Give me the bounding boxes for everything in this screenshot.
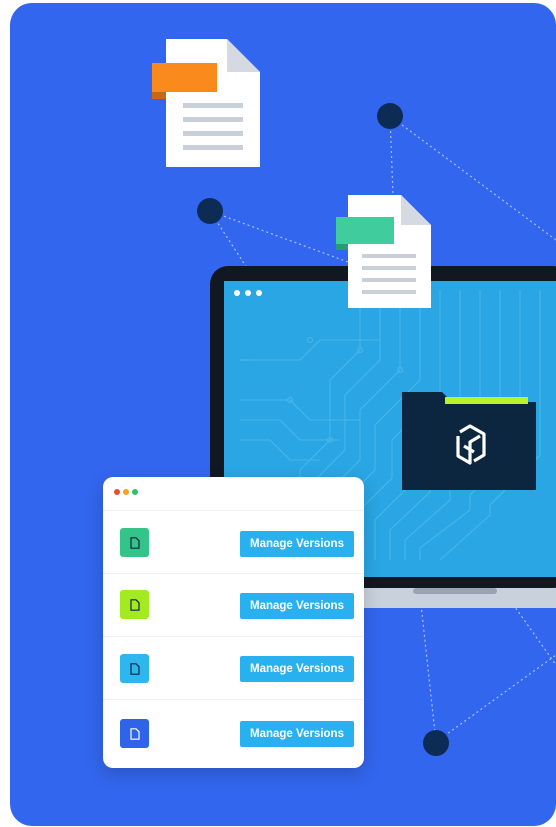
- file-icon: [120, 590, 149, 619]
- network-node: [197, 198, 223, 224]
- manage-versions-button[interactable]: Manage Versions: [240, 531, 354, 557]
- maximize-dot[interactable]: [132, 489, 138, 495]
- file-row: Manage Versions: [103, 699, 364, 763]
- manage-versions-button[interactable]: Manage Versions: [240, 656, 354, 682]
- close-dot[interactable]: [114, 489, 120, 495]
- window-controls: [114, 489, 138, 495]
- file-versions-panel: Manage Versions Manage Versions Manage V…: [103, 477, 364, 768]
- file-row: Manage Versions: [103, 510, 364, 574]
- document-icon: [336, 195, 431, 308]
- minimize-dot[interactable]: [123, 489, 129, 495]
- screen-dot: [245, 290, 251, 296]
- screen-dot: [234, 290, 240, 296]
- file-row: Manage Versions: [103, 573, 364, 637]
- file-icon: [120, 528, 149, 557]
- document-icon: [152, 39, 260, 167]
- manage-versions-button[interactable]: Manage Versions: [240, 721, 354, 747]
- network-node: [423, 730, 449, 756]
- folder-icon: [402, 392, 536, 490]
- file-row: Manage Versions: [103, 636, 364, 700]
- file-icon: [120, 654, 149, 683]
- manage-versions-button[interactable]: Manage Versions: [240, 593, 354, 619]
- network-node: [377, 103, 403, 129]
- screen-dot: [256, 290, 262, 296]
- file-icon: [120, 719, 149, 748]
